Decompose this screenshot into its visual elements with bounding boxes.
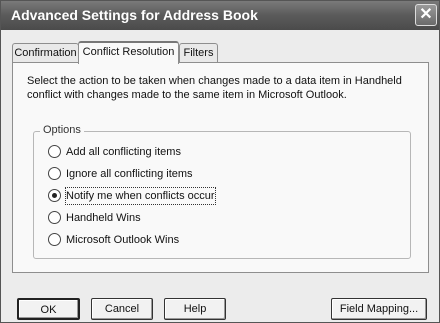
dialog-window: Advanced Settings for Address Book ✕ Con… bbox=[0, 0, 440, 323]
description-text: Select the action to be taken when chang… bbox=[27, 75, 402, 101]
tab-label: Conflict Resolution bbox=[82, 46, 175, 58]
radio-button[interactable] bbox=[48, 211, 61, 224]
cancel-button[interactable]: Cancel bbox=[91, 298, 153, 320]
close-icon: ✕ bbox=[419, 6, 433, 23]
tab-confirmation[interactable]: Confirmation bbox=[12, 43, 79, 63]
tab-label: Confirmation bbox=[14, 47, 77, 59]
radio-button-selected[interactable] bbox=[48, 189, 61, 202]
tab-label: Filters bbox=[183, 47, 214, 59]
cancel-button-label: Cancel bbox=[104, 303, 140, 315]
close-button[interactable]: ✕ bbox=[415, 4, 437, 26]
window-title: Advanced Settings for Address Book bbox=[11, 7, 258, 23]
field-mapping-button-label: Field Mapping... bbox=[339, 303, 419, 315]
radio-label: Ignore all conflicting items bbox=[66, 168, 193, 180]
tab-conflict-resolution[interactable]: Conflict Resolution bbox=[78, 41, 179, 64]
tab-filters[interactable]: Filters bbox=[179, 43, 218, 63]
radio-label: Add all conflicting items bbox=[66, 146, 181, 158]
help-button-label: Help bbox=[183, 303, 207, 315]
radio-label: Microsoft Outlook Wins bbox=[66, 234, 180, 246]
ok-button-label: OK bbox=[40, 304, 57, 316]
radio-button[interactable] bbox=[48, 167, 61, 180]
radio-button[interactable] bbox=[48, 145, 61, 158]
radio-button[interactable] bbox=[48, 233, 61, 246]
options-group-label: Options bbox=[40, 124, 84, 136]
help-button[interactable]: Help bbox=[164, 298, 226, 320]
ok-button[interactable]: OK bbox=[17, 298, 80, 320]
field-mapping-button[interactable]: Field Mapping... bbox=[331, 298, 427, 320]
radio-label: Notify me when conflicts occur bbox=[65, 187, 216, 205]
radio-label: Handheld Wins bbox=[66, 212, 141, 224]
title-bar[interactable]: Advanced Settings for Address Book ✕ bbox=[1, 1, 439, 30]
